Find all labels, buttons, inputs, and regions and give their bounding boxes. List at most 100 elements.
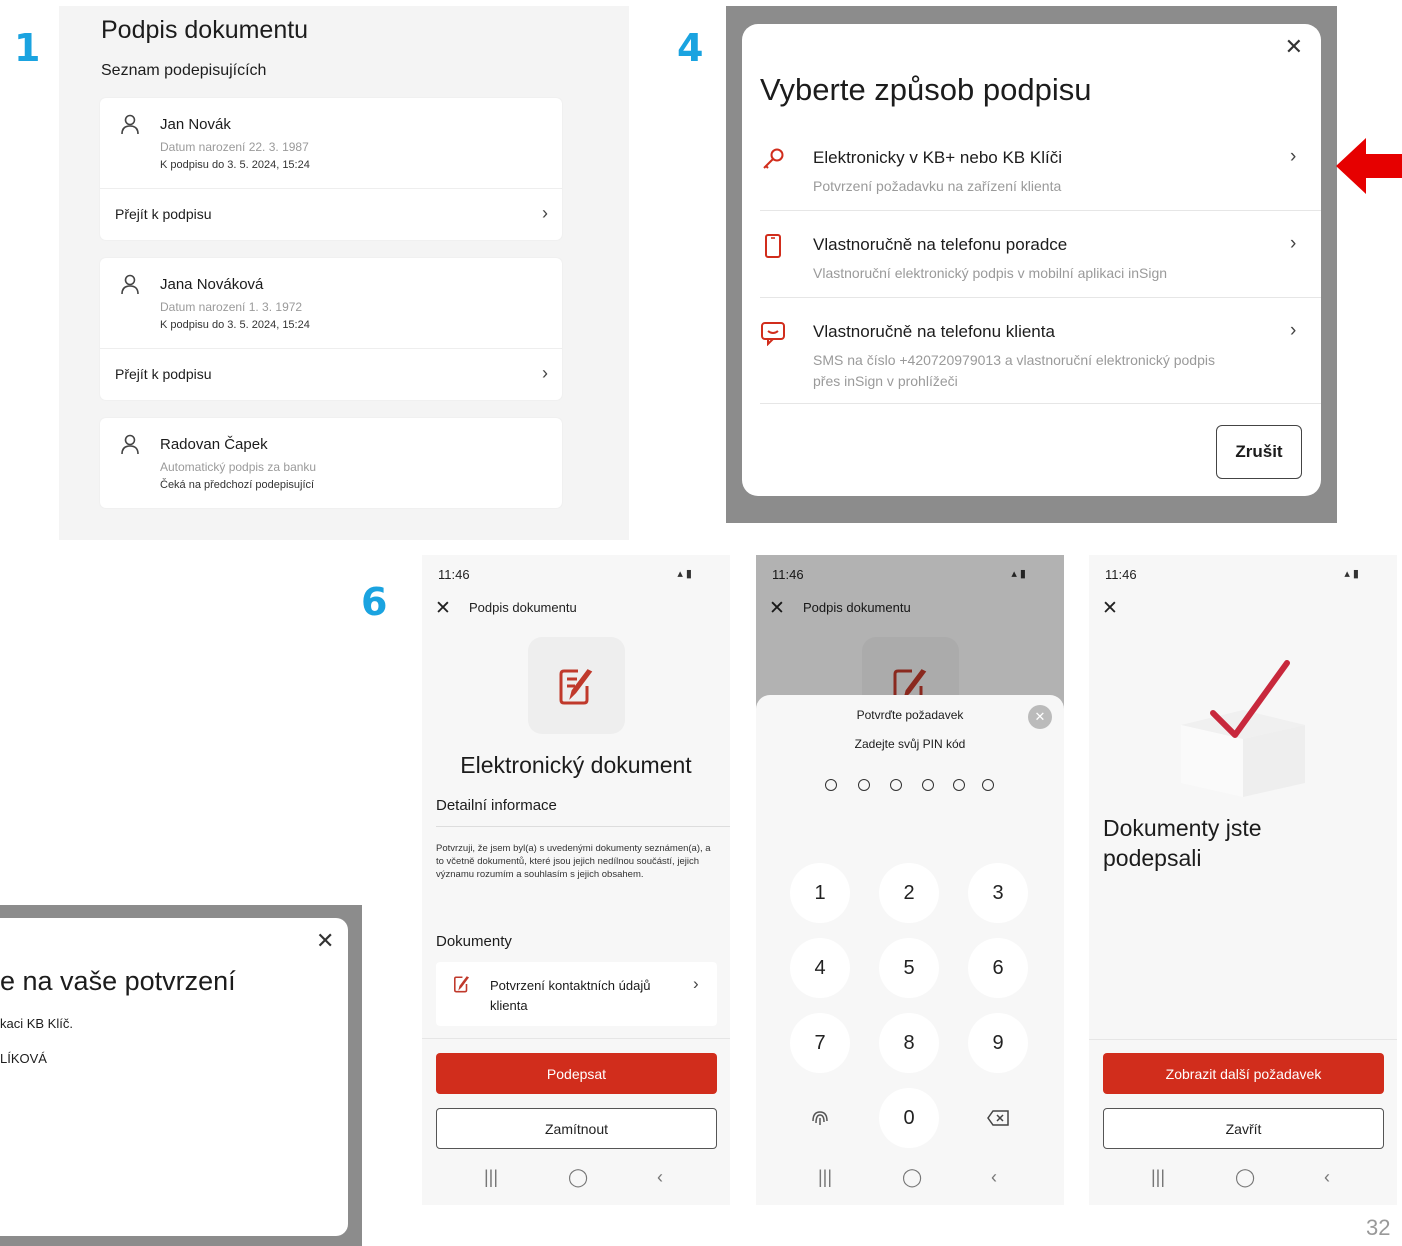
back-icon[interactable]: ‹	[657, 1167, 663, 1188]
checkmark-box-illustration	[1181, 660, 1305, 797]
sheet-title: Potvrďte požadavek	[856, 708, 964, 722]
key-icon	[763, 148, 784, 169]
close-icon[interactable]: ✕	[1285, 34, 1303, 60]
keypad-key-3[interactable]: 3	[968, 863, 1028, 923]
option-title: Vlastnoručně na telefonu klienta	[813, 322, 1055, 341]
dialog-text: kaci KB Klíč.	[0, 1016, 73, 1031]
phone-signed-success: 11:46 ▴ ▮ ✕ Dokumenty jste podepsali Zob…	[1089, 555, 1397, 1205]
signer-name: Jan Novák	[160, 116, 231, 133]
person-icon	[121, 114, 139, 135]
signers-subtitle: Seznam podepisujících	[101, 62, 267, 79]
home-icon[interactable]: ◯	[902, 1167, 922, 1188]
home-icon[interactable]: ◯	[1235, 1167, 1255, 1188]
divider	[1089, 1039, 1397, 1040]
backspace-icon[interactable]	[968, 1088, 1028, 1148]
option-description: Vlastnoruční elektronický podpis v mobil…	[813, 265, 1168, 281]
page-title: Podpis dokumentu	[101, 16, 309, 44]
chevron-right-icon: ›	[1290, 233, 1297, 254]
header-title: Podpis dokumentu	[469, 600, 577, 615]
person-icon	[121, 434, 139, 455]
close-icon[interactable]: ✕	[1102, 597, 1118, 620]
recent-apps-icon[interactable]: |||	[818, 1167, 832, 1188]
phone-document-detail: 11:46 ▴ ▮ ✕ Podpis dokumentu Elektronick…	[422, 555, 730, 1205]
close-icon[interactable]: ✕	[435, 597, 451, 620]
status-time: 11:46	[438, 567, 470, 582]
android-nav-bar: ||| ◯ ‹	[1089, 1155, 1397, 1205]
documents-heading: Dokumenty	[436, 933, 512, 950]
sign-button[interactable]: Podepsat	[436, 1053, 717, 1094]
signer-role: Automatický podpis za banku	[160, 460, 317, 474]
phone-pin-entry: 11:46 ▴ ▮ ✕ Podpis dokumentu Potvrďte po…	[756, 555, 1064, 1205]
page-number: 32	[1366, 1215, 1391, 1240]
chevron-right-icon: ›	[1290, 146, 1297, 167]
step-number-1: 1	[14, 26, 41, 70]
keypad-key-2[interactable]: 2	[879, 863, 939, 923]
pin-dot	[858, 779, 870, 791]
pin-dot	[890, 779, 902, 791]
chevron-right-icon: ›	[1290, 320, 1297, 341]
signer-list-panel: Podpis dokumentu Seznam podepisujících J…	[59, 6, 629, 540]
android-nav-bar: ||| ◯ ‹	[422, 1155, 730, 1205]
recent-apps-icon[interactable]: |||	[1151, 1167, 1165, 1188]
keypad-key-1[interactable]: 1	[790, 863, 850, 923]
option-description: SMS na číslo +420720979013 a vlastnoručn…	[813, 352, 1215, 389]
keypad-key-4[interactable]: 4	[790, 938, 850, 998]
divider	[436, 826, 730, 827]
detail-heading: Detailní informace	[436, 797, 557, 814]
keypad-key-9[interactable]: 9	[968, 1013, 1028, 1073]
arrow-left-icon	[1336, 138, 1402, 194]
signer-birthdate: Datum narození 22. 3. 1987	[160, 140, 309, 154]
pin-dot	[953, 779, 965, 791]
close-icon[interactable]: ✕	[1028, 705, 1052, 729]
signer-name: Radovan Čapek	[160, 436, 268, 453]
dialog-title: e na vaše potvrzení	[0, 966, 236, 996]
reject-button[interactable]: Zamítnout	[436, 1108, 717, 1149]
chevron-right-icon: ›	[693, 974, 699, 993]
confirmation-dialog: ✕ e na vaše potvrzení kaci KB Klíč. LÍKO…	[0, 918, 348, 1236]
keypad-key-8[interactable]: 8	[879, 1013, 939, 1073]
next-request-button[interactable]: Zobrazit další požadavek	[1103, 1053, 1384, 1094]
go-to-signing-label: Přejít k podpisu	[115, 206, 212, 222]
pin-prompt: Zadejte svůj PIN kód	[854, 737, 966, 751]
option-electronic-kb[interactable]: Elektronicky v KB+ nebo KB Klíči Potvrze…	[760, 146, 1321, 211]
option-client-phone[interactable]: Vlastnoručně na telefonu klienta SMS na …	[760, 320, 1321, 404]
cancel-button[interactable]: Zrušit	[1216, 425, 1302, 479]
pin-sheet: Potvrďte požadavek ✕ Zadejte svůj PIN kó…	[756, 695, 1064, 1205]
signer-birthdate: Datum narození 1. 3. 1972	[160, 300, 303, 314]
signer-name: Jana Nováková	[160, 276, 264, 293]
signer-card: Radovan Čapek Automatický podpis za bank…	[100, 418, 562, 508]
chevron-right-icon: ›	[542, 363, 548, 383]
pin-dot	[922, 779, 934, 791]
close-icon[interactable]: ✕	[316, 928, 334, 954]
keypad-key-0[interactable]: 0	[879, 1088, 939, 1148]
document-illustration	[528, 637, 625, 734]
status-time: 11:46	[1105, 567, 1137, 582]
document-title: Elektronický dokument	[460, 752, 692, 778]
signing-method-panel: ✕ Vyberte způsob podpisu Elektronicky v …	[726, 6, 1337, 523]
close-button[interactable]: Zavřít	[1103, 1108, 1384, 1149]
option-advisor-phone[interactable]: Vlastnoručně na telefonu poradce Vlastno…	[760, 233, 1321, 298]
go-to-signing-button[interactable]: Přejít k podpisu ›	[100, 188, 562, 240]
pin-dot	[825, 779, 837, 791]
go-to-signing-button[interactable]: Přejít k podpisu ›	[100, 348, 562, 400]
keypad-key-7[interactable]: 7	[790, 1013, 850, 1073]
signer-card: Jana Nováková Datum narození 1. 3. 1972 …	[100, 258, 562, 400]
document-edit-icon	[559, 669, 593, 705]
divider	[422, 1038, 730, 1039]
keypad-key-5[interactable]: 5	[879, 938, 939, 998]
step-number-4: 4	[677, 26, 704, 70]
person-icon	[121, 274, 139, 295]
signer-deadline: K podpisu do 3. 5. 2024, 15:24	[160, 319, 310, 331]
signer-status: Čeká na předchozí podepisující	[160, 479, 315, 491]
back-icon[interactable]: ‹	[1324, 1167, 1330, 1188]
recent-apps-icon[interactable]: |||	[484, 1167, 498, 1188]
signer-card: Jan Novák Datum narození 22. 3. 1987 K p…	[100, 98, 562, 240]
home-icon[interactable]: ◯	[568, 1167, 588, 1188]
keypad-key-6[interactable]: 6	[968, 938, 1028, 998]
document-item[interactable]: Potvrzení kontaktních údajů klienta ›	[436, 962, 717, 1026]
signal-battery-icon: ▴ ▮	[1344, 568, 1359, 580]
back-icon[interactable]: ‹	[991, 1167, 997, 1188]
chevron-right-icon: ›	[542, 203, 548, 223]
confirmation-panel: ✕ e na vaše potvrzení kaci KB Klíč. LÍKO…	[0, 905, 362, 1246]
fingerprint-icon[interactable]	[790, 1088, 850, 1148]
